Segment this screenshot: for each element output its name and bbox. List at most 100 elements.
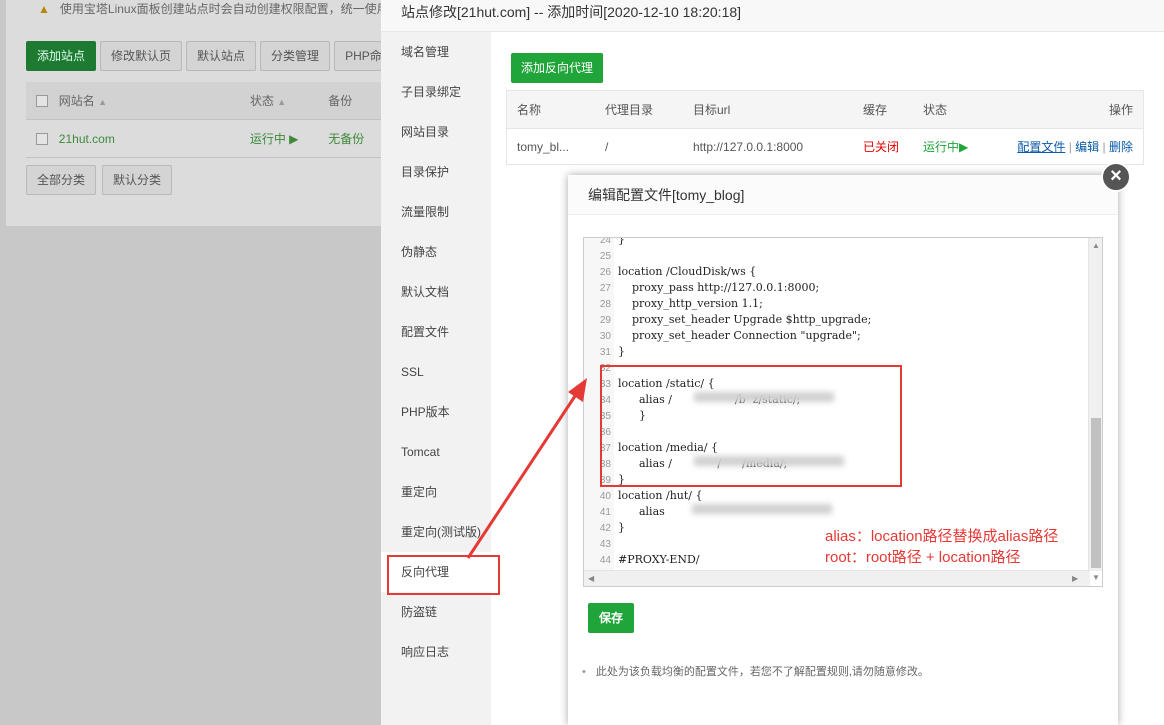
all-category-button[interactable]: 全部分类 bbox=[26, 165, 97, 195]
site-side-menu: 域名管理 子目录绑定 网站目录 目录保护 流量限制 伪静态 默认文档 配置文件 … bbox=[381, 32, 491, 725]
menu-item-config-file[interactable]: 配置文件 bbox=[381, 312, 491, 352]
code-text: } bbox=[618, 521, 625, 534]
code-line: 31} bbox=[584, 344, 625, 360]
line-number: 43 bbox=[599, 539, 611, 550]
horizontal-scrollbar[interactable]: ◀ ▶ bbox=[584, 570, 1090, 586]
highlight-box-reverse-proxy bbox=[387, 555, 500, 595]
line-number: 40 bbox=[599, 491, 611, 502]
line-number: 30 bbox=[599, 331, 611, 342]
line-number: 41 bbox=[599, 507, 611, 518]
col-status: 状态 bbox=[923, 103, 948, 117]
code-text: proxy_pass http://127.0.0.1:8000; bbox=[618, 281, 820, 294]
col-name: 名称 bbox=[517, 103, 542, 117]
menu-item-dir-protect[interactable]: 目录保护 bbox=[381, 152, 491, 192]
delete-link[interactable]: 删除 bbox=[1109, 140, 1133, 154]
menu-item-subdir[interactable]: 子目录绑定 bbox=[381, 72, 491, 112]
code-line: 25 bbox=[584, 248, 611, 264]
line-number: 42 bbox=[599, 523, 611, 534]
menu-item-rewrite[interactable]: 伪静态 bbox=[381, 232, 491, 272]
line-number: 25 bbox=[599, 251, 611, 262]
menu-item-redirect[interactable]: 重定向 bbox=[381, 472, 491, 512]
col-target-url: 目标url bbox=[693, 103, 731, 117]
line-number: 29 bbox=[599, 315, 611, 326]
menu-item-redirect-beta[interactable]: 重定向(测试版) bbox=[381, 512, 491, 552]
line-number: 31 bbox=[599, 347, 611, 358]
category-manage-button[interactable]: 分类管理 bbox=[260, 41, 331, 71]
menu-item-php-version[interactable]: PHP版本 bbox=[381, 392, 491, 432]
code-text: location /hut/ { bbox=[618, 489, 703, 502]
menu-item-site-dir[interactable]: 网站目录 bbox=[381, 112, 491, 152]
menu-item-ssl[interactable]: SSL bbox=[381, 352, 491, 392]
scroll-right-icon[interactable]: ▶ bbox=[1072, 574, 1078, 584]
code-line: 29 proxy_set_header Upgrade $http_upgrad… bbox=[584, 312, 871, 328]
modify-default-page-button[interactable]: 修改默认页 bbox=[100, 41, 183, 71]
table-row: 21hut.com 运行中 ▶ 无备份 bbox=[26, 120, 387, 158]
code-line: 43 bbox=[584, 536, 611, 552]
col-site-name[interactable]: 网站名 bbox=[59, 94, 95, 108]
menu-item-domain[interactable]: 域名管理 bbox=[381, 32, 491, 72]
menu-item-hotlink[interactable]: 防盗链 bbox=[381, 592, 491, 632]
table-row: tomy_bl... / http://127.0.0.1:8000 已关闭 运… bbox=[507, 129, 1143, 164]
code-line: 27 proxy_pass http://127.0.0.1:8000; bbox=[584, 280, 819, 296]
proxy-actions: 配置文件 | 编辑 | 删除 bbox=[993, 138, 1143, 155]
row-checkbox[interactable] bbox=[36, 132, 48, 145]
save-button[interactable]: 保存 bbox=[588, 603, 635, 633]
scroll-up-icon[interactable]: ▲ bbox=[1092, 241, 1100, 251]
default-site-button[interactable]: 默认站点 bbox=[186, 41, 257, 71]
site-backup[interactable]: 无备份 bbox=[328, 130, 387, 147]
col-proxy-dir: 代理目录 bbox=[605, 103, 654, 117]
site-status[interactable]: 运行中 ▶ bbox=[250, 130, 328, 147]
add-site-button[interactable]: 添加站点 bbox=[26, 41, 97, 71]
proxy-name: tomy_bl... bbox=[517, 139, 570, 154]
vertical-scrollbar[interactable]: ▲ ▼ bbox=[1088, 238, 1102, 582]
proxy-run-status[interactable]: 运行中▶ bbox=[913, 138, 993, 155]
site-table: 网站名 ▲ 状态 ▲ 备份 21hut.com 运行中 ▶ 无备份 bbox=[26, 82, 387, 158]
scroll-left-icon[interactable]: ◀ bbox=[588, 574, 594, 584]
line-number: 44 bbox=[599, 555, 611, 566]
site-list-panel: ▲ 使用宝塔Linux面板创建站点时会自动创建权限配置，统一使用 添加站点 修改默… bbox=[6, 0, 405, 226]
note-bullet: • bbox=[582, 666, 586, 678]
menu-item-traffic-limit[interactable]: 流量限制 bbox=[381, 192, 491, 232]
code-line: 24} bbox=[584, 238, 625, 248]
edit-link[interactable]: 编辑 bbox=[1075, 140, 1099, 154]
category-buttons: 全部分类 默认分类 bbox=[26, 165, 173, 195]
site-toolbar: 添加站点 修改默认页 默认站点 分类管理 PHP命令 bbox=[26, 41, 405, 71]
proxy-cache-status[interactable]: 已关闭 bbox=[853, 138, 913, 155]
line-number: 28 bbox=[599, 299, 611, 310]
scroll-thumb[interactable] bbox=[1091, 418, 1101, 568]
notice-text: 使用宝塔Linux面板创建站点时会自动创建权限配置，统一使用 bbox=[59, 2, 387, 16]
code-text: alias bbox=[618, 505, 669, 518]
sort-up-icon: ▲ bbox=[277, 97, 287, 107]
code-line: 40 location /hut/ { bbox=[584, 488, 703, 504]
menu-item-response-log[interactable]: 响应日志 bbox=[381, 632, 491, 672]
code-line: 42} bbox=[584, 520, 625, 536]
site-modal-title: 站点修改[21hut.com] -- 添加时间[2020-12-10 18:20… bbox=[381, 0, 1164, 32]
code-text: proxy_set_header Connection "upgrade"; bbox=[618, 329, 861, 342]
col-cache: 缓存 bbox=[863, 103, 888, 117]
code-line: 44 #PROXY-END/ bbox=[584, 552, 700, 568]
code-text: location /CloudDisk/ws { bbox=[618, 265, 757, 278]
separator: | bbox=[1102, 140, 1106, 154]
col-actions: 操作 bbox=[1108, 103, 1133, 117]
sort-up-icon: ▲ bbox=[98, 97, 108, 107]
proxy-target-url: http://127.0.0.1:8000 bbox=[693, 139, 804, 154]
col-status[interactable]: 状态 bbox=[250, 94, 274, 108]
site-name-link[interactable]: 21hut.com bbox=[59, 132, 250, 146]
config-note: • 此处为该负载均衡的配置文件，若您不了解配置规则,请勿随意修改。 bbox=[582, 663, 929, 679]
scroll-down-icon[interactable]: ▼ bbox=[1092, 573, 1100, 583]
select-all-checkbox[interactable] bbox=[36, 94, 48, 107]
proxy-table: 名称 代理目录 目标url 缓存 状态 操作 tomy_bl... / http… bbox=[506, 90, 1144, 165]
site-table-header: 网站名 ▲ 状态 ▲ 备份 bbox=[26, 82, 387, 120]
config-modal-title: 编辑配置文件[tomy_blog] bbox=[568, 175, 1118, 215]
menu-item-tomcat[interactable]: Tomcat bbox=[381, 432, 491, 472]
default-category-button[interactable]: 默认分类 bbox=[102, 165, 173, 195]
add-reverse-proxy-button[interactable]: 添加反向代理 bbox=[511, 53, 604, 83]
line-number: 27 bbox=[599, 283, 611, 294]
close-icon[interactable]: × bbox=[1101, 162, 1131, 192]
code-text: #PROXY-END/ bbox=[618, 553, 700, 566]
config-file-link[interactable]: 配置文件 bbox=[1017, 140, 1065, 154]
code-line: 26 location /CloudDisk/ws { bbox=[584, 264, 756, 280]
menu-item-default-doc[interactable]: 默认文档 bbox=[381, 272, 491, 312]
notice-bar: ▲ 使用宝塔Linux面板创建站点时会自动创建权限配置，统一使用 bbox=[26, 0, 387, 16]
code-line: 41 alias bbox=[584, 504, 665, 520]
